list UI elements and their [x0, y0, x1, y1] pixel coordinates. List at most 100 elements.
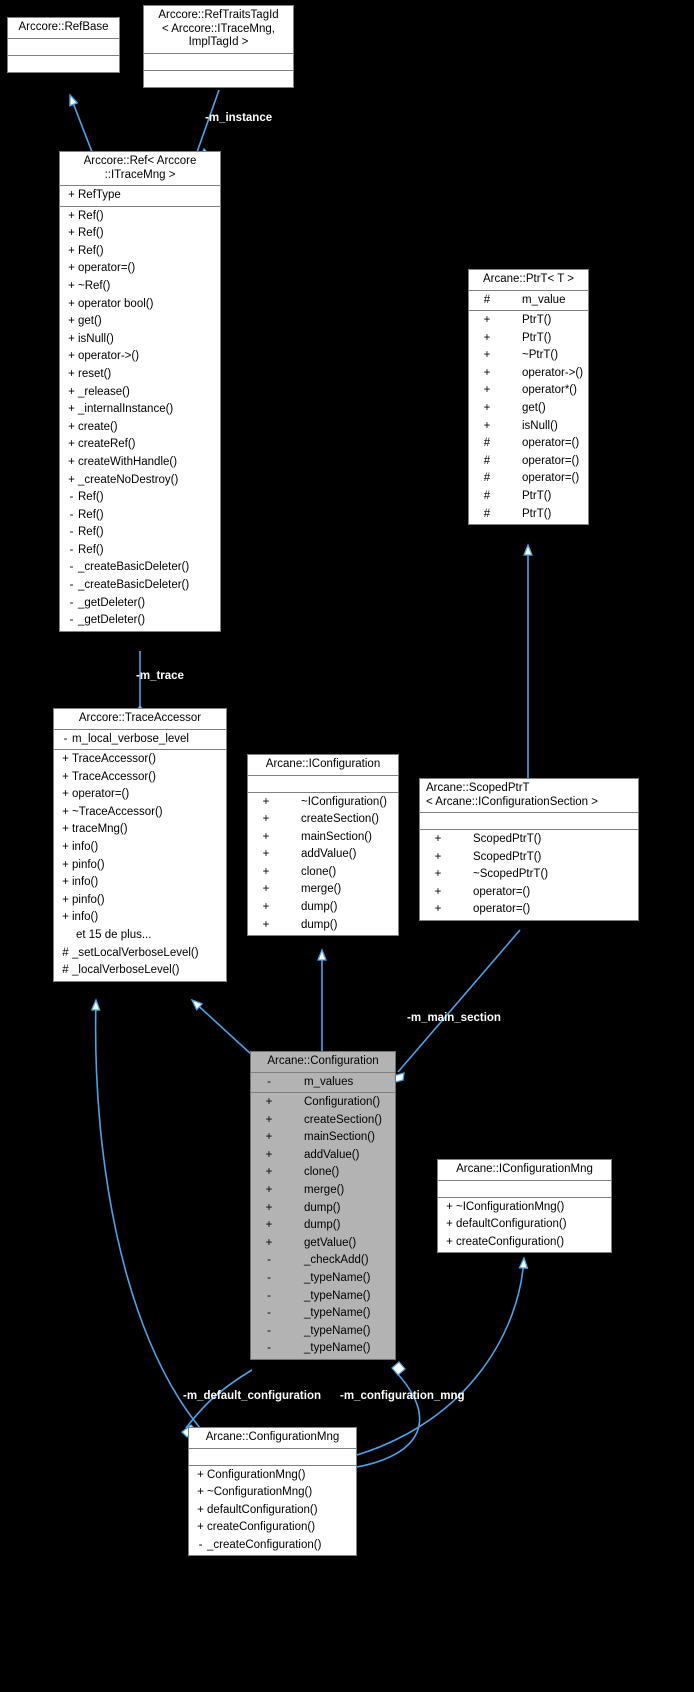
member-visibility: +: [68, 455, 75, 468]
member-name: createRef(): [78, 438, 136, 451]
member-row: - _getDeleter(): [60, 612, 220, 630]
member-name: _createBasicDeleter(): [78, 579, 190, 592]
node-ref[interactable]: Arccore::Ref< Arccore ::ITraceMng > + Ref…: [59, 151, 221, 632]
member-visibility: +: [434, 833, 442, 845]
member-visibility: #: [483, 490, 491, 503]
node-refbase-title: Arccore::RefBase: [8, 18, 119, 39]
member-visibility: +: [68, 332, 75, 345]
member-visibility: +: [265, 1166, 273, 1179]
member-visibility: +: [62, 858, 69, 871]
member-visibility: +: [62, 841, 69, 854]
member-visibility: -: [267, 1075, 271, 1088]
member-visibility: -: [267, 1307, 271, 1320]
edge-label-m-configuration-mng: -m_configuration_mng: [340, 1390, 465, 1402]
node-reftraits-methods: [144, 71, 293, 87]
node-iconfiguration[interactable]: Arcane::IConfiguration + ~IConfiguration(…: [247, 754, 399, 937]
member-row: + clone(): [248, 864, 398, 882]
member-name: _createConfiguration(): [207, 1538, 322, 1551]
member-row: - _typeName(): [251, 1323, 395, 1341]
node-configurationmng[interactable]: Arcane::ConfigurationMng + ConfigurationM…: [188, 1427, 357, 1557]
node-reftraits[interactable]: Arccore::RefTraitsTagId < Arccore::ITrac…: [143, 5, 294, 88]
member-visibility: -: [69, 508, 74, 521]
member-name: _release(): [78, 385, 130, 398]
member-row: + ~Ref(): [60, 278, 220, 296]
node-iconfigurationmng[interactable]: Arcane::IConfigurationMng + ~IConfigurati…: [437, 1159, 612, 1254]
member-visibility: +: [68, 262, 75, 275]
member-visibility: +: [62, 770, 69, 783]
node-traceaccessor[interactable]: Arccore::TraceAccessor - m_local_verbose_…: [53, 708, 227, 982]
member-visibility: +: [62, 823, 69, 836]
member-row: + addValue(): [251, 1147, 395, 1165]
member-row: + createConfiguration(): [189, 1519, 356, 1537]
member-name: addValue(): [301, 848, 357, 861]
member-name: get(): [78, 315, 102, 328]
member-name: et 15 de plus...: [76, 929, 152, 942]
node-ref-attributes: + RefType: [60, 186, 220, 207]
member-row: + createConfiguration(): [438, 1234, 611, 1252]
member-visibility: +: [434, 903, 442, 916]
member-visibility: -: [267, 1289, 271, 1302]
member-name: dump(): [304, 1201, 341, 1214]
member-visibility: +: [68, 244, 75, 257]
member-name: PtrT(): [522, 507, 552, 520]
node-traceaccessor-methods: + TraceAccessor() + TraceAccessor() + operato…: [54, 750, 226, 981]
node-traceaccessor-attributes: - m_local_verbose_level: [54, 730, 226, 751]
member-name: defaultConfiguration(): [456, 1218, 567, 1231]
member-name: TraceAccessor(): [72, 770, 156, 783]
node-scopedptrt[interactable]: Arcane::ScopedPtrT < Arcane::IConfigurat…: [419, 778, 639, 921]
member-visibility: +: [262, 795, 270, 808]
node-refbase[interactable]: Arccore::RefBase: [7, 17, 120, 73]
member-name: operator=(): [72, 788, 130, 801]
member-name: operator->(): [522, 366, 584, 379]
member-row: + dump(): [248, 917, 398, 935]
node-iconfiguration-methods: + ~IConfiguration() + createSection() + mainS…: [248, 793, 398, 936]
member-name: Ref(): [78, 244, 104, 257]
member-visibility: -: [69, 579, 74, 592]
member-name: ConfigurationMng(): [207, 1468, 306, 1481]
member-row: + defaultConfiguration(): [438, 1216, 611, 1234]
member-visibility: +: [68, 385, 75, 398]
member-visibility: -: [69, 561, 74, 574]
member-visibility: -: [69, 614, 74, 627]
member-row: # m_value: [469, 292, 588, 310]
member-visibility: +: [68, 209, 75, 222]
member-row: + get(): [469, 400, 588, 418]
member-row: # operator=(): [469, 435, 588, 453]
member-row: - _createBasicDeleter(): [60, 559, 220, 577]
member-name: info(): [72, 841, 99, 854]
member-row: - _typeName(): [251, 1305, 395, 1323]
member-name: operator->(): [78, 350, 140, 363]
member-visibility: +: [262, 848, 270, 861]
member-name: Ref(): [78, 543, 104, 556]
member-name: _createBasicDeleter(): [78, 561, 190, 574]
node-configurationmng-methods: + ConfigurationMng() + ~ConfigurationMng() +…: [189, 1466, 356, 1556]
member-name: getValue(): [304, 1236, 357, 1249]
member-row: + getValue(): [251, 1235, 395, 1253]
member-row: - _createConfiguration(): [189, 1537, 356, 1555]
node-configurationmng-title: Arcane::ConfigurationMng: [189, 1428, 356, 1449]
node-configuration[interactable]: Arcane::Configuration - m_values + Configu…: [250, 1051, 396, 1360]
edge-label-m-trace: -m_trace: [136, 670, 184, 682]
node-ptrt[interactable]: Arcane::PtrT< T > # m_value + PtrT() + PtrT(…: [468, 269, 589, 526]
member-row: + isNull(): [60, 331, 220, 349]
member-row: + Configuration(): [251, 1094, 395, 1112]
node-refbase-methods: [8, 56, 119, 72]
member-visibility: #: [62, 946, 69, 959]
node-reftraits-title: Arccore::RefTraitsTagId < Arccore::ITrac…: [144, 6, 293, 54]
member-visibility: +: [483, 331, 491, 344]
member-visibility: +: [262, 813, 270, 826]
member-name: _setLocalVerboseLevel(): [72, 946, 199, 959]
member-row: + _createNoDestroy(): [60, 472, 220, 490]
member-name: _typeName(): [304, 1324, 371, 1337]
member-row: # _setLocalVerboseLevel(): [54, 945, 226, 963]
member-visibility: +: [68, 350, 75, 363]
member-name: operator=(): [473, 903, 531, 916]
member-name: PtrT(): [522, 490, 552, 503]
member-row: + traceMng(): [54, 821, 226, 839]
edge-label-m-main-section: -m_main_section: [407, 1012, 501, 1024]
node-configuration-attributes: - m_values: [251, 1073, 395, 1094]
member-row: + create(): [60, 419, 220, 437]
member-name: info(): [72, 876, 99, 889]
member-name: Configuration(): [304, 1096, 381, 1109]
member-row: + ~TraceAccessor(): [54, 804, 226, 822]
